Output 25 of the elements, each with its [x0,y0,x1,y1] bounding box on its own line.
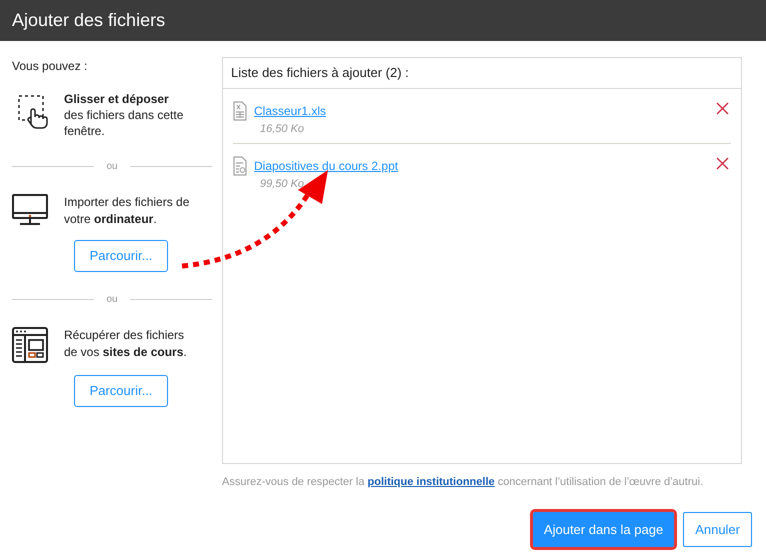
file-size: 16,50 Ko [259,123,306,135]
separator-label: ou [106,160,118,174]
browse-button[interactable]: Parcourir... [74,375,168,407]
spreadsheet-file-icon [233,101,247,121]
browse-button[interactable]: Parcourir... [74,240,168,272]
add-to-page-button[interactable]: Ajouter dans la page [532,512,674,547]
notice-text: Assurez-vous de respecter la politique institutionnelle concernant l’utilisation de l’œuvre d’autrui. [222,475,704,490]
separator-label: ou [106,293,118,307]
file-link[interactable]: Diapositives du cours 2.ppt [254,159,398,173]
source-text: Importer des fichiers de votre ordinateur. [64,194,190,228]
monitor-icon [12,194,48,226]
web-page-icon [12,327,48,363]
remove-icon[interactable] [716,102,729,115]
file-link[interactable]: Classeur1.xls [254,104,326,118]
remove-icon[interactable] [716,157,729,170]
drag-drop-text: Glisser et déposer des fichiers dans cette fenêtre. [64,91,184,139]
window-title: Ajouter des fichiers [12,9,166,32]
document-file-icon [233,156,247,176]
file-size: 99,50 Ko [259,178,306,190]
intro-text: Vous pouvez : [12,58,88,75]
drag-drop-icon [18,95,48,129]
policy-link[interactable]: politique institutionnelle [368,476,495,488]
file-list-title: Liste des fichiers à ajouter (2) : [231,64,409,82]
cancel-button[interactable]: Annuler [683,512,752,547]
source-text: Récupérer des fichiers de vos sites de cours. [64,327,188,361]
